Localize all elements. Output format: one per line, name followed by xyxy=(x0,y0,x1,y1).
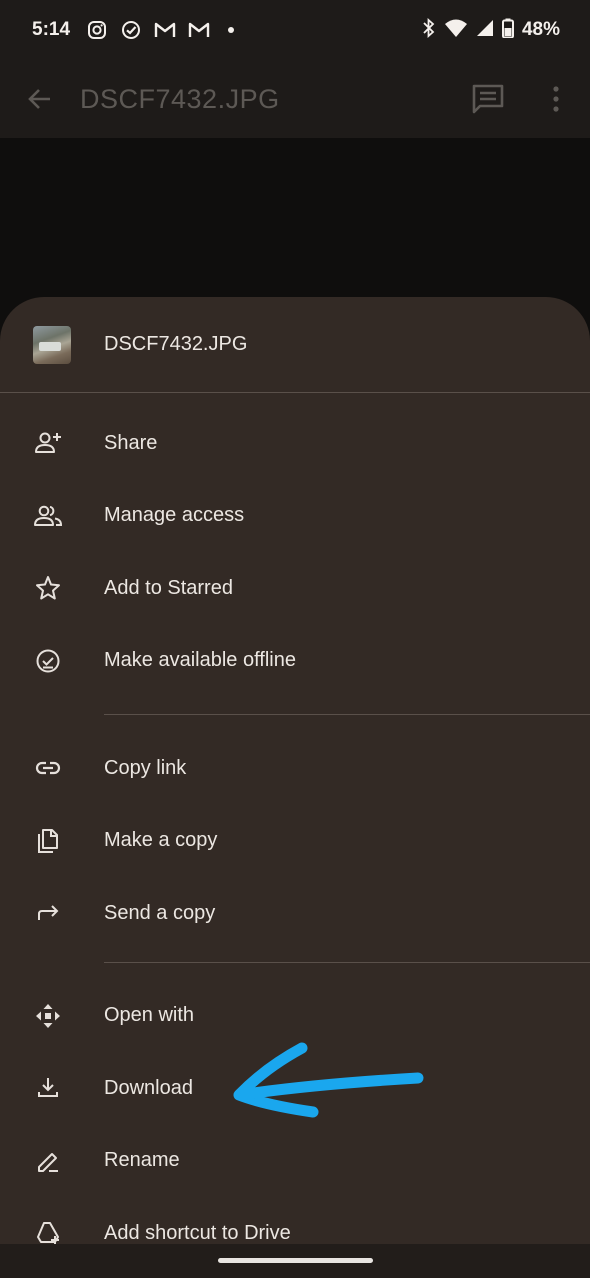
menu-item-download[interactable]: Download xyxy=(0,1052,590,1125)
download-icon xyxy=(0,1052,104,1124)
menu-item-copy-link[interactable]: Copy link xyxy=(0,732,590,805)
gmail-icon xyxy=(188,19,210,41)
menu-label: Manage access xyxy=(104,504,245,527)
more-options-button[interactable] xyxy=(522,60,590,138)
notification-icons xyxy=(86,19,235,41)
menu-label: Make available offline xyxy=(104,649,296,672)
wifi-icon xyxy=(444,18,468,43)
open-with-icon xyxy=(0,980,104,1052)
more-vert-icon xyxy=(553,86,559,112)
menu-label: Add shortcut to Drive xyxy=(104,1221,291,1244)
instagram-icon xyxy=(86,19,108,41)
gmail-icon xyxy=(154,19,176,41)
copy-icon xyxy=(0,805,104,877)
file-title: DSCF7432.JPG xyxy=(80,83,280,114)
link-icon xyxy=(0,732,104,804)
menu-label: Send a copy xyxy=(104,901,216,924)
sheet-header: DSCF7432.JPG xyxy=(0,297,590,393)
status-bar: 5:14 48% xyxy=(0,0,590,60)
menu-label: Rename xyxy=(104,1149,180,1172)
comment-icon xyxy=(472,84,504,114)
menu-label: Download xyxy=(104,1076,193,1099)
battery-icon xyxy=(501,18,514,43)
file-thumbnail xyxy=(33,325,71,364)
menu-label: Make a copy xyxy=(104,829,218,852)
status-time: 5:14 xyxy=(32,19,71,40)
bluetooth-icon xyxy=(422,17,436,43)
bottom-sheet: DSCF7432.JPG Share Manage access Add to … xyxy=(0,297,590,1278)
menu-label: Add to Starred xyxy=(104,576,233,599)
back-arrow-icon xyxy=(28,89,50,109)
menu-item-manage-access[interactable]: Manage access xyxy=(0,480,590,553)
menu-label: Share xyxy=(104,431,158,454)
menu-label: Open with xyxy=(104,1004,195,1027)
menu-item-make-a-copy[interactable]: Make a copy xyxy=(0,805,590,878)
comments-button[interactable] xyxy=(454,60,522,138)
menu-item-make-available-offline[interactable]: Make available offline xyxy=(0,625,590,698)
menu-item-open-with[interactable]: Open with xyxy=(0,980,590,1053)
home-indicator[interactable] xyxy=(218,1258,373,1263)
pencil-icon xyxy=(0,1125,104,1197)
star-icon xyxy=(0,552,104,624)
menu-item-rename[interactable]: Rename xyxy=(0,1125,590,1198)
people-icon xyxy=(0,480,104,552)
forward-icon xyxy=(0,877,104,949)
menu-item-share[interactable]: Share xyxy=(0,407,590,480)
menu-item-add-to-starred[interactable]: Add to Starred xyxy=(0,552,590,625)
battery-percent: 48% xyxy=(521,19,560,40)
system-icons: 48% xyxy=(422,17,560,43)
menu-item-send-a-copy[interactable]: Send a copy xyxy=(0,877,590,950)
more-notifications-dot xyxy=(228,27,235,33)
offline-check-icon xyxy=(0,625,104,697)
back-button[interactable] xyxy=(0,60,80,138)
task-check-icon xyxy=(120,19,142,41)
app-bar: DSCF7432.JPG xyxy=(0,60,590,138)
person-add-icon xyxy=(0,407,104,479)
signal-icon xyxy=(476,19,494,42)
sheet-filename: DSCF7432.JPG xyxy=(104,333,248,355)
menu-label: Copy link xyxy=(104,756,187,779)
